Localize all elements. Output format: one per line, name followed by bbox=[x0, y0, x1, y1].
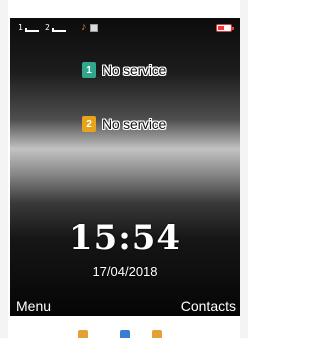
status-bar: 1 2 ♪ bbox=[10, 18, 240, 42]
battery-icon bbox=[216, 24, 234, 32]
memory-card-icon bbox=[90, 24, 98, 32]
bottom-toolbar bbox=[8, 318, 240, 338]
device-frame-right bbox=[240, 0, 248, 338]
sim2-status-text: No service bbox=[102, 116, 167, 132]
signal-bars bbox=[25, 28, 39, 32]
folder-icon[interactable] bbox=[152, 330, 162, 338]
signal-bars bbox=[52, 28, 66, 32]
clock-date: 17/04/2018 bbox=[92, 264, 158, 279]
sim2-icon: 2 bbox=[82, 116, 96, 132]
sim1-icon: 1 bbox=[82, 62, 96, 78]
phone-screen: 1 2 ♪ 1 No service 2 No service 15:54 17… bbox=[10, 18, 240, 316]
contacts-softkey[interactable]: Contacts bbox=[181, 298, 236, 314]
sim1-status: 1 No service bbox=[82, 62, 166, 78]
device-frame-left bbox=[0, 0, 8, 338]
menu-softkey[interactable]: Menu bbox=[16, 298, 51, 314]
softkey-bar: Menu Contacts bbox=[10, 294, 240, 316]
toolbar-icon[interactable] bbox=[78, 330, 88, 338]
sim1-status-text: No service bbox=[102, 62, 167, 78]
music-icon: ♪ bbox=[81, 21, 87, 33]
sim2-status: 2 No service bbox=[82, 116, 166, 132]
sim1-indicator-label: 1 bbox=[18, 23, 23, 32]
toolbar-icon[interactable] bbox=[120, 330, 130, 338]
clock-time: 15:54 bbox=[68, 218, 182, 258]
sim2-indicator-label: 2 bbox=[45, 23, 50, 32]
